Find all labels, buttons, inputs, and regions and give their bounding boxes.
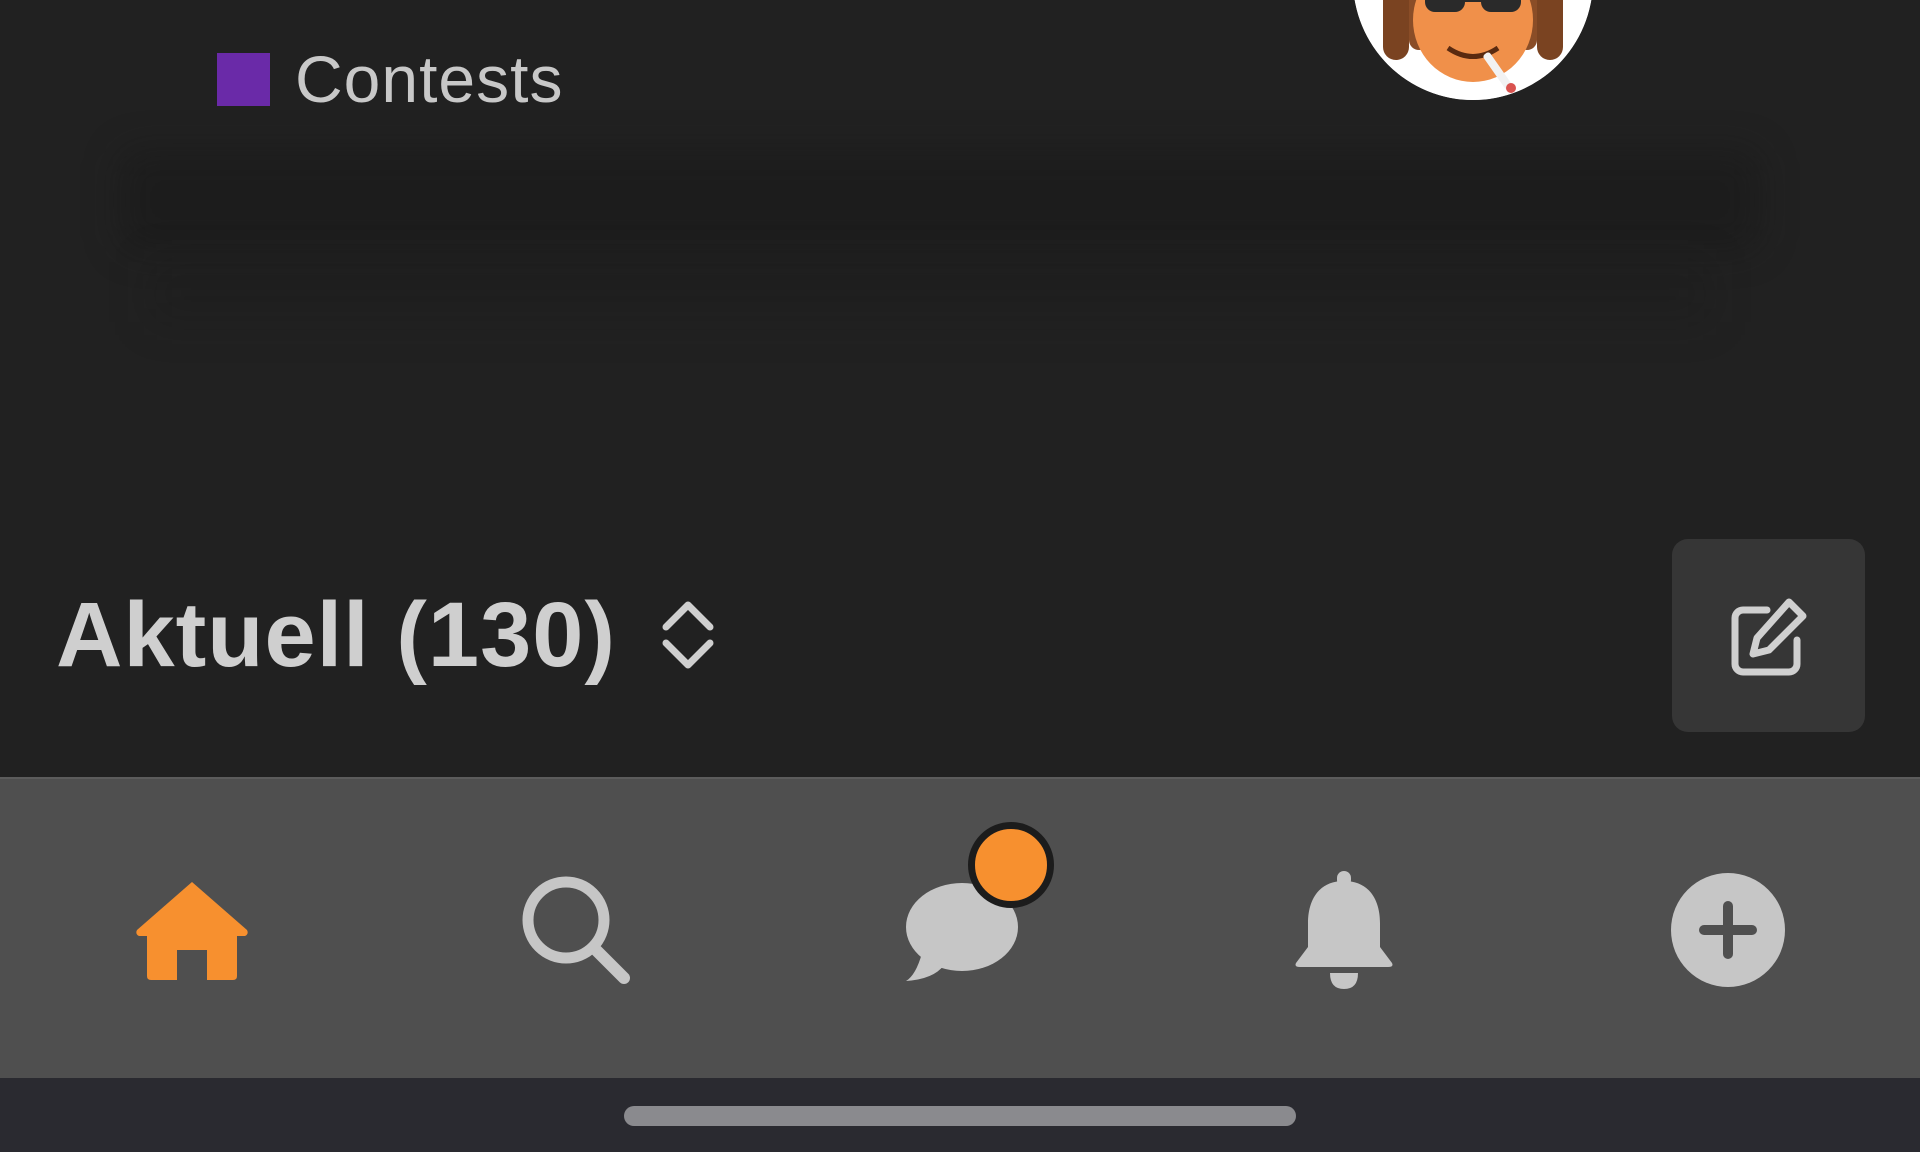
system-home-area xyxy=(0,1078,1920,1152)
cartoon-avatar-icon xyxy=(1354,0,1592,100)
category-row[interactable]: Contests xyxy=(217,44,563,114)
tab-home[interactable] xyxy=(112,779,272,1080)
list-header: Aktuell (130) xyxy=(56,580,716,690)
bell-icon xyxy=(1295,870,1393,989)
tab-create[interactable] xyxy=(1648,779,1808,1080)
home-icon xyxy=(136,881,248,980)
user-avatar[interactable] xyxy=(1353,0,1593,100)
search-icon xyxy=(522,876,630,984)
app-screen: Contests Aktuell (130) xyxy=(0,0,1920,1152)
compose-button[interactable] xyxy=(1672,539,1865,732)
home-indicator[interactable] xyxy=(624,1106,1296,1126)
card-shadow xyxy=(120,150,1760,250)
edit-icon xyxy=(1731,598,1806,675)
card-shadow-soft xyxy=(150,262,1710,322)
tab-notifications[interactable] xyxy=(1264,779,1424,1080)
plus-circle-icon xyxy=(1671,872,1785,987)
tab-search[interactable] xyxy=(496,779,656,1080)
notification-dot-badge xyxy=(968,822,1054,908)
category-label: Contests xyxy=(295,42,564,116)
bottom-tab-bar xyxy=(0,777,1920,1080)
chevron-up-down-icon[interactable] xyxy=(660,595,716,675)
list-title[interactable]: Aktuell (130) xyxy=(56,580,616,690)
category-color-swatch xyxy=(217,52,270,106)
